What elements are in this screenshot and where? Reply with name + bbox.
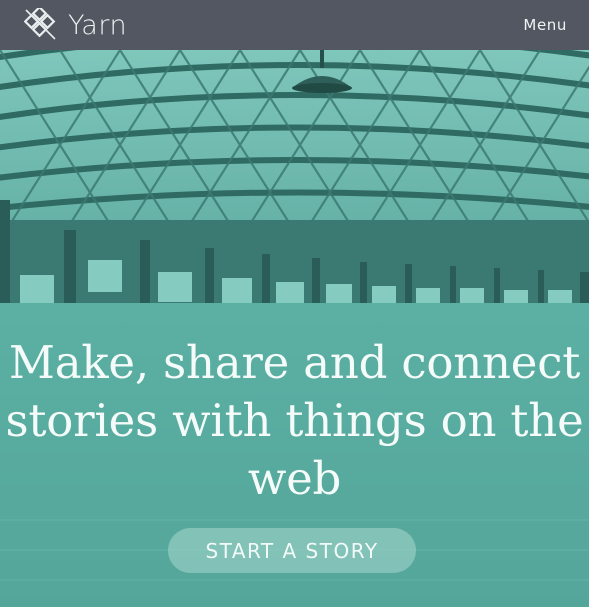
- top-bar: Yarn Menu: [0, 0, 589, 50]
- brand-home-link[interactable]: Yarn: [24, 8, 127, 42]
- hero-content: Make, share and connect stories with thi…: [0, 303, 589, 607]
- page: Yarn Menu Make, share and connect storie…: [0, 0, 589, 607]
- brand-name: Yarn: [68, 9, 128, 41]
- yarn-logo-icon: [24, 8, 56, 40]
- hero-headline: Make, share and connect stories with thi…: [5, 336, 584, 505]
- hero: Make, share and connect stories with thi…: [0, 50, 589, 607]
- menu-button[interactable]: Menu: [523, 16, 567, 34]
- start-a-story-button[interactable]: START A STORY: [168, 528, 416, 573]
